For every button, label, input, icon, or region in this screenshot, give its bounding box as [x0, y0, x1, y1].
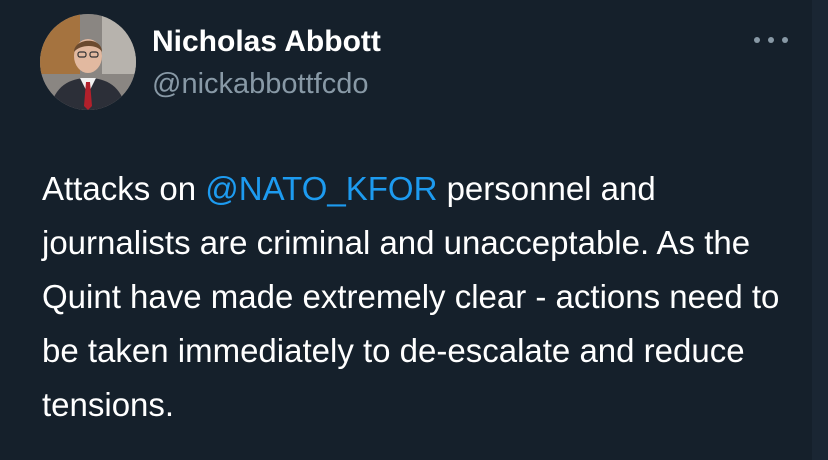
tweet-card: Nicholas Abbott @nickabbottfcdo Attacks … [0, 0, 828, 460]
author-handle[interactable]: @nickabbottfcdo [152, 64, 368, 104]
tweet-text-rest: personnel and journalists are criminal a… [42, 170, 780, 423]
more-dot [782, 37, 788, 43]
more-options-icon[interactable] [754, 28, 788, 52]
more-dot [768, 37, 774, 43]
tweet-text: Attacks on @NATO_KFOR personnel and jour… [42, 162, 802, 432]
avatar[interactable] [40, 14, 136, 110]
author-name[interactable]: Nicholas Abbott [152, 22, 381, 62]
avatar-photo [40, 14, 136, 110]
mention-link[interactable]: @NATO_KFOR [205, 170, 437, 207]
tweet-text-start: Attacks on [42, 170, 206, 207]
more-dot [754, 37, 760, 43]
scroll-edge [812, 0, 828, 460]
